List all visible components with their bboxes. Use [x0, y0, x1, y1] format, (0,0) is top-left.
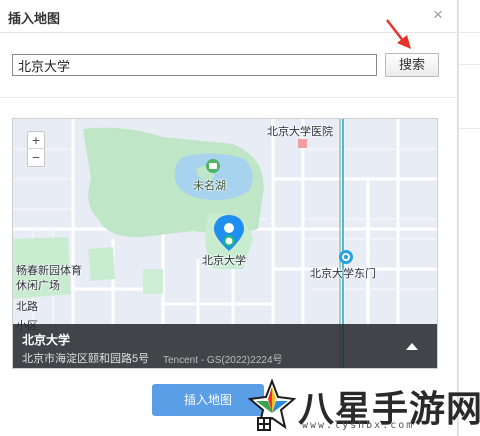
map-label-hospital: 北京大学医院: [267, 126, 333, 138]
red-arrow-icon: [386, 19, 411, 49]
chevron-up-icon[interactable]: [405, 340, 419, 352]
zoom-control: + −: [27, 131, 45, 167]
background-divider: [458, 32, 480, 33]
map-label-road: 北路: [16, 301, 38, 313]
search-button[interactable]: 搜索: [385, 53, 439, 77]
close-icon[interactable]: ×: [428, 5, 448, 25]
map-label-park-line1: 畅春新园体育: [16, 265, 82, 277]
map-label-lake: 未名湖: [193, 180, 226, 192]
place-name: 北京大学: [22, 333, 71, 347]
map-label-park-line2: 休闲广场: [16, 280, 60, 292]
watermark-logo: 八星手游网 www.lyshbx.com: [248, 378, 480, 436]
map-copyright: Tencent - GS(2022)2224号: [163, 355, 283, 366]
map-view[interactable]: + − 北京大学医院 未名湖 北京大学 北京大学东门 畅春新园体育 休闲广场 北…: [12, 118, 438, 369]
zoom-out-button[interactable]: −: [28, 149, 44, 166]
background-divider: [458, 64, 480, 65]
place-address: 北京市海淀区颐和园路5号: [22, 353, 150, 365]
background-panel: [458, 0, 480, 436]
dialog-separator: [0, 97, 458, 98]
map-label-pku: 北京大学: [202, 255, 246, 267]
background-divider: [458, 128, 480, 129]
map-label-east-gate: 北京大学东门: [310, 268, 376, 280]
zoom-in-button[interactable]: +: [28, 132, 44, 149]
watermark-url: www.lyshbx.com: [302, 420, 415, 431]
search-input[interactable]: [12, 54, 377, 76]
place-info-bar: 北京大学 北京市海淀区颐和园路5号 Tencent - GS(2022)2224…: [13, 324, 437, 368]
watermark-star-icon: [248, 379, 296, 431]
insert-map-dialog: 插入地图 × 搜索: [0, 0, 458, 436]
dialog-title: 插入地图: [8, 11, 61, 26]
